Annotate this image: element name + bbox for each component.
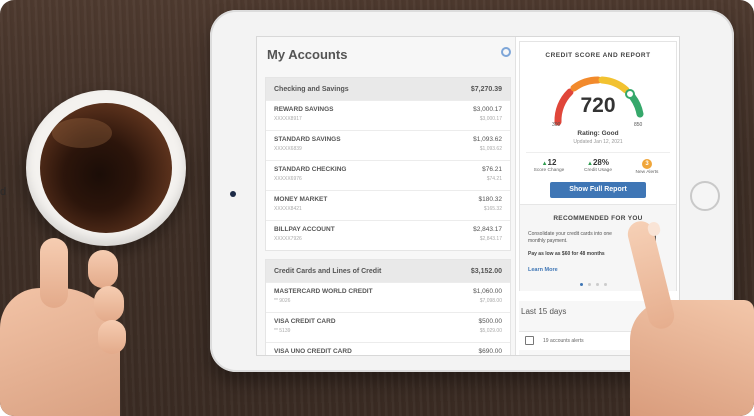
account-number: XXXXX6976 xyxy=(274,176,302,182)
account-name: STANDARD CHECKING xyxy=(274,166,347,173)
account-available: $2,843.17 xyxy=(479,236,502,242)
alert-badge: 3 xyxy=(642,159,652,169)
carousel-dot[interactable] xyxy=(580,283,583,286)
carousel-dot[interactable] xyxy=(588,283,591,286)
credit-stats: ▲12 Score Change ▲28% Credit Usage 3 New… xyxy=(526,152,670,175)
account-available: $3,000.17 xyxy=(479,116,502,122)
section-total: $3,152.00 xyxy=(470,267,502,275)
credit-score: 720 xyxy=(580,94,616,117)
account-name: STANDARD SAVINGS xyxy=(274,136,341,143)
settings-icon[interactable] xyxy=(501,47,511,57)
account-balance: $3,000.17 xyxy=(473,106,502,113)
alerts-text: 19 accounts alerts xyxy=(543,338,584,344)
section-header[interactable]: Credit Cards and Lines of Credit $3,152.… xyxy=(266,260,510,282)
account-number: ** 5139 xyxy=(274,328,291,334)
account-row[interactable]: STANDARD CHECKING XXXXX6976 $76.21 $74.21 xyxy=(266,160,510,190)
account-row[interactable]: REWARD SAVINGS XXXXX8917 $3,000.17 $3,000.… xyxy=(266,100,510,130)
credit-rating: Rating: Good xyxy=(577,130,619,137)
account-available: $5,029.00 xyxy=(479,328,502,334)
account-name: VISA UNO CREDIT CARD xyxy=(274,348,352,355)
account-balance: $690.00 xyxy=(478,348,503,355)
account-row[interactable]: MONEY MARKET XXXXX8421 $180.32 $165.32 xyxy=(266,190,510,220)
account-number: XXXXX7926 xyxy=(274,236,302,242)
calendar-icon xyxy=(525,336,534,345)
credit-usage-stat: ▲28% Credit Usage xyxy=(575,158,621,175)
home-button[interactable] xyxy=(690,181,720,211)
account-available: $1,093.62 xyxy=(479,146,502,152)
account-number: XXXXX6839 xyxy=(274,146,302,152)
left-finger xyxy=(98,320,126,354)
account-number: ** 9026 xyxy=(274,298,291,304)
account-row[interactable]: STANDARD SAVINGS XXXXX6839 $1,093.62 $1,09… xyxy=(266,130,510,160)
camera-icon xyxy=(230,191,236,197)
account-name: VISA CREDIT CARD xyxy=(274,318,336,325)
account-balance: $180.32 xyxy=(478,196,503,203)
section-header[interactable]: Checking and Savings $7,270.39 xyxy=(266,78,510,100)
gauge-max: 850 xyxy=(634,122,643,128)
account-number: XXXXX8917 xyxy=(274,116,302,122)
accounts-title: My Accounts xyxy=(267,47,348,62)
photo-background: d My Accounts Checking and Savings $7,27… xyxy=(0,0,754,416)
last-15-title: Last 15 days xyxy=(521,307,567,316)
accounts-panel: My Accounts Checking and Savings $7,270.… xyxy=(257,37,516,355)
account-row[interactable]: BILLPAY ACCOUNT XXXXX7926 $2,843.17 $2,843… xyxy=(266,220,510,250)
stat-value: 28% xyxy=(592,158,609,167)
learn-more-link[interactable]: Learn More xyxy=(528,267,558,273)
carousel-dot[interactable] xyxy=(596,283,599,286)
left-finger xyxy=(94,286,124,322)
left-finger xyxy=(88,250,118,288)
account-balance: $500.00 xyxy=(478,318,503,325)
account-available: $165.32 xyxy=(483,206,502,212)
section-name: Credit Cards and Lines of Credit xyxy=(274,267,382,275)
credit-cards-section: Credit Cards and Lines of Credit $3,152.… xyxy=(265,259,511,355)
account-available: $74.21 xyxy=(486,176,502,182)
stat-label: Score Change xyxy=(533,168,565,173)
account-balance: $1,093.62 xyxy=(473,136,502,143)
gauge-min: 300 xyxy=(552,122,561,128)
updated-date: Updated Jan 12, 2021 xyxy=(573,139,623,145)
account-row[interactable]: VISA CREDIT CARD ** 5139 $500.00 $5,029.00 xyxy=(266,312,510,342)
checking-savings-section: Checking and Savings $7,270.39 REWARD SA… xyxy=(265,77,511,251)
account-row[interactable]: VISA UNO CREDIT CARD $690.00 xyxy=(266,342,510,355)
cropped-text: d xyxy=(0,186,7,198)
show-full-report-button[interactable]: Show Full Report xyxy=(550,182,646,198)
credit-card-title: CREDIT SCORE AND REPORT xyxy=(545,52,651,59)
account-name: BILLPAY ACCOUNT xyxy=(274,226,335,233)
section-name: Checking and Savings xyxy=(274,85,349,93)
account-name: REWARD SAVINGS xyxy=(274,106,334,113)
account-row[interactable]: MASTERCARD WORLD CREDIT ** 9026 $1,060.00… xyxy=(266,282,510,312)
account-balance: $1,060.00 xyxy=(473,288,502,295)
left-hand xyxy=(0,238,140,416)
stat-label: Credit Usage xyxy=(584,168,612,173)
new-alerts-stat[interactable]: 3 New Alerts xyxy=(624,158,670,175)
left-thumb xyxy=(40,238,68,308)
stat-label: New Alerts xyxy=(635,170,659,175)
coffee-foam xyxy=(52,118,112,148)
account-name: MASTERCARD WORLD CREDIT xyxy=(274,288,373,295)
section-total: $7,270.39 xyxy=(470,85,502,93)
account-balance: $76.21 xyxy=(482,166,502,173)
stat-value: 12 xyxy=(547,158,557,167)
right-hand xyxy=(600,210,754,416)
account-available: $7,098.00 xyxy=(479,298,502,304)
account-balance: $2,843.17 xyxy=(473,226,502,233)
score-change-stat: ▲12 Score Change xyxy=(526,158,572,175)
account-name: MONEY MARKET xyxy=(274,196,328,203)
account-number: XXXXX8421 xyxy=(274,206,302,212)
